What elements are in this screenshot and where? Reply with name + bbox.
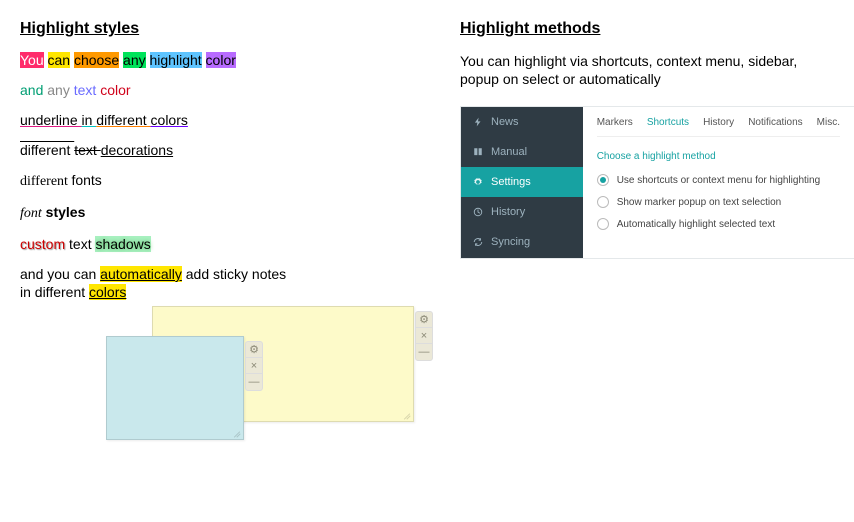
section-title: Choose a highlight method	[597, 151, 840, 162]
note-resize-handle[interactable]	[233, 429, 241, 437]
sidebar-item-manual[interactable]: Manual	[461, 137, 583, 167]
styles-heading: Highlight styles	[20, 20, 420, 38]
note-minimize-button[interactable]: —	[246, 374, 262, 390]
example-highlight-colors: You can choose any highlight color	[20, 52, 420, 68]
note-controls: ⚙ × —	[415, 311, 433, 361]
radio-button[interactable]	[597, 196, 609, 208]
tab-shortcuts[interactable]: Shortcuts	[647, 117, 689, 128]
settings-panel: News Manual Settings History Syncing Markers…	[460, 106, 854, 259]
tab-notifications[interactable]: Notifications	[748, 117, 802, 128]
example-decorations: different text decorations	[20, 142, 420, 158]
note-settings-button[interactable]: ⚙	[246, 342, 262, 358]
sync-icon	[473, 237, 483, 247]
example-sticky-b: in different colors	[20, 284, 420, 300]
note-close-button[interactable]: ×	[246, 358, 262, 374]
example-fonts: different fonts	[20, 172, 420, 190]
sidebar-item-history[interactable]: History	[461, 197, 583, 227]
note-minimize-button[interactable]: —	[416, 344, 432, 360]
radio-button[interactable]	[597, 218, 609, 230]
panel-sidebar: News Manual Settings History Syncing	[461, 107, 583, 258]
example-text-shadows: custom text shadows	[20, 236, 420, 252]
radio-label: Show marker popup on text selection	[617, 197, 782, 208]
sidebar-item-news[interactable]: News	[461, 107, 583, 137]
radio-option[interactable]: Show marker popup on text selection	[597, 196, 840, 208]
panel-tabs: Markers Shortcuts History Notifications Misc…	[597, 117, 840, 137]
gear-icon	[473, 177, 483, 187]
methods-heading: Highlight methods	[460, 20, 840, 38]
radio-option[interactable]: Automatically highlight selected text	[597, 218, 840, 230]
example-underline-colors: underline in different colors	[20, 112, 420, 128]
methods-description: You can highlight via shortcuts, context…	[460, 52, 840, 88]
example-sticky-a: and you can automatically add sticky not…	[20, 266, 420, 282]
note-resize-handle[interactable]	[403, 411, 411, 419]
sidebar-item-syncing[interactable]: Syncing	[461, 227, 583, 257]
sidebar-item-label: News	[491, 116, 519, 128]
sidebar-item-label: Settings	[491, 176, 531, 188]
example-font-styles: font styles	[20, 204, 420, 222]
example-text-colors: and any text color	[20, 82, 420, 98]
sidebar-item-label: Manual	[491, 146, 527, 158]
sidebar-item-label: Syncing	[491, 236, 530, 248]
book-icon	[473, 147, 483, 157]
radio-button[interactable]	[597, 174, 609, 186]
tab-history[interactable]: History	[703, 117, 734, 128]
tab-markers[interactable]: Markers	[597, 117, 633, 128]
panel-content: Markers Shortcuts History Notifications Misc…	[583, 107, 854, 258]
radio-label: Use shortcuts or context menu for highli…	[617, 175, 820, 186]
tab-misc[interactable]: Misc.	[817, 117, 840, 128]
note-close-button[interactable]: ×	[416, 328, 432, 344]
radio-option[interactable]: Use shortcuts or context menu for highli…	[597, 174, 840, 186]
note-settings-button[interactable]: ⚙	[416, 312, 432, 328]
clock-icon	[473, 207, 483, 217]
highlight-method-options: Use shortcuts or context menu for highli…	[597, 174, 840, 230]
note-controls: ⚙ × —	[245, 341, 263, 391]
radio-label: Automatically highlight selected text	[617, 219, 775, 230]
sidebar-item-settings[interactable]: Settings	[461, 167, 583, 197]
sticky-notes-area: ⚙ × — ⚙ × —	[20, 306, 420, 476]
sticky-note-blue[interactable]: ⚙ × —	[106, 336, 244, 440]
sidebar-item-label: History	[491, 206, 525, 218]
bolt-icon	[473, 117, 483, 127]
